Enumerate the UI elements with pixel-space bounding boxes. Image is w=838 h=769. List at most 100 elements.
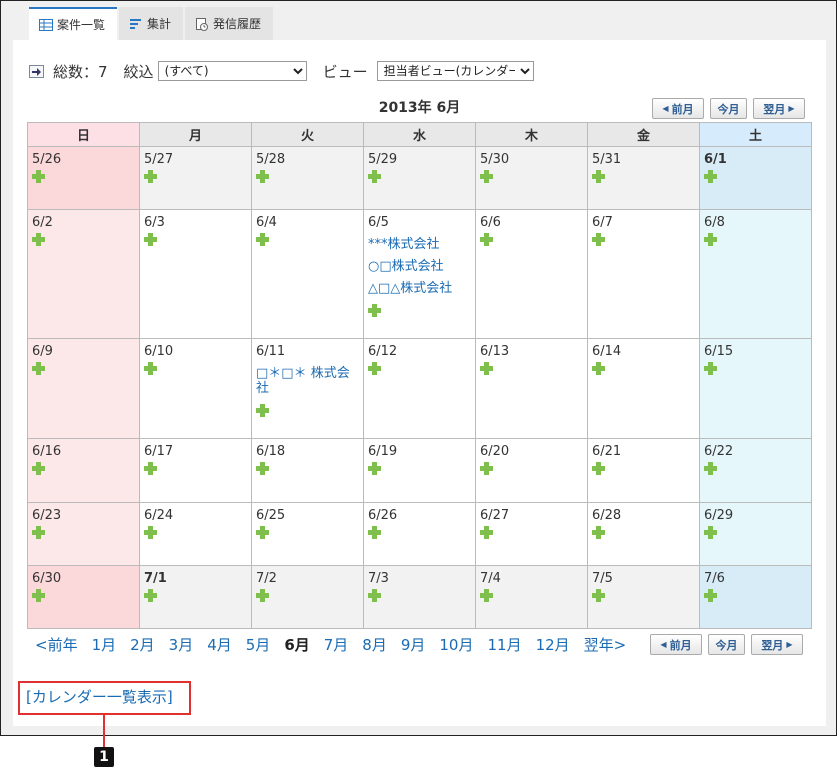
day-cell: 6/30 xyxy=(27,565,140,629)
day-cell: 6/10 xyxy=(139,338,252,439)
add-plus-icon[interactable] xyxy=(368,462,381,475)
day-number: 6/12 xyxy=(368,344,398,359)
day-cell: 6/21 xyxy=(587,438,700,503)
tab-send-history[interactable]: 発信履歴 xyxy=(185,7,274,40)
add-plus-icon[interactable] xyxy=(32,589,45,602)
day-cell: 6/7 xyxy=(587,209,700,339)
add-plus-icon[interactable] xyxy=(144,526,157,539)
tab-label: 集計 xyxy=(147,17,172,31)
calendar-list-link[interactable]: [カレンダー一覧表示] xyxy=(26,686,173,707)
event-link[interactable]: □＊□＊ 株式会社 xyxy=(256,366,359,396)
add-plus-icon[interactable] xyxy=(592,362,605,375)
add-plus-icon[interactable] xyxy=(256,404,269,417)
add-plus-icon[interactable] xyxy=(32,233,45,246)
filter-select[interactable]: (すべて) xyxy=(157,61,307,81)
day-number: 6/13 xyxy=(480,344,510,359)
this-month-button[interactable]: 今月 xyxy=(710,98,747,119)
day-cell: 5/26 xyxy=(27,146,140,210)
add-plus-icon[interactable] xyxy=(256,589,269,602)
prev-month-button[interactable]: ◀ 前月 xyxy=(652,98,704,119)
month-link[interactable]: 7月 xyxy=(324,634,349,655)
add-plus-icon[interactable] xyxy=(32,362,45,375)
add-plus-icon[interactable] xyxy=(144,170,157,183)
month-link[interactable]: 1月 xyxy=(92,634,117,655)
day-cell: 6/11 □＊□＊ 株式会社 xyxy=(251,338,364,439)
week-row: 6/2 6/3 6/4 6/5 ***株式会社 ○□株式会社 △□△株式会社 6… xyxy=(27,209,812,339)
toolbar: 総数：7 絞込 (すべて) ビュー 担当者ビュー(カレンダー) xyxy=(29,60,534,82)
add-plus-icon[interactable] xyxy=(592,526,605,539)
day-cell: 6/13 xyxy=(475,338,588,439)
add-plus-icon[interactable] xyxy=(368,526,381,539)
week-row: 6/30 7/1 7/2 7/3 7/4 7/5 7/6 xyxy=(27,565,812,629)
add-plus-icon[interactable] xyxy=(592,170,605,183)
export-icon[interactable] xyxy=(29,64,44,78)
add-plus-icon[interactable] xyxy=(144,462,157,475)
tab-case-list[interactable]: 案件一覧 xyxy=(29,7,118,40)
add-plus-icon[interactable] xyxy=(256,170,269,183)
add-plus-icon[interactable] xyxy=(368,170,381,183)
next-year-link[interactable]: 翌年> xyxy=(584,634,627,655)
add-plus-icon[interactable] xyxy=(480,526,493,539)
day-number: 6/7 xyxy=(592,215,613,230)
day-cell: 6/6 xyxy=(475,209,588,339)
add-plus-icon[interactable] xyxy=(368,589,381,602)
list-icon xyxy=(129,18,143,30)
weekday-tue: 火 xyxy=(251,122,364,147)
main-content: 総数：7 絞込 (すべて) ビュー 担当者ビュー(カレンダー) 2013年 6月… xyxy=(13,40,826,726)
add-plus-icon[interactable] xyxy=(592,589,605,602)
next-month-button[interactable]: 翌月 ▶ xyxy=(751,634,803,655)
add-plus-icon[interactable] xyxy=(256,526,269,539)
prev-year-link[interactable]: <前年 xyxy=(35,634,78,655)
day-cell: 6/3 xyxy=(139,209,252,339)
event-link[interactable]: ***株式会社 xyxy=(368,237,471,252)
day-number: 6/8 xyxy=(704,215,725,230)
month-link[interactable]: 4月 xyxy=(207,634,232,655)
month-link[interactable]: 12月 xyxy=(536,634,570,655)
add-plus-icon[interactable] xyxy=(256,233,269,246)
add-plus-icon[interactable] xyxy=(32,526,45,539)
day-cell: 5/27 xyxy=(139,146,252,210)
weekday-wed: 水 xyxy=(363,122,476,147)
add-plus-icon[interactable] xyxy=(144,233,157,246)
event-link[interactable]: ○□株式会社 xyxy=(368,259,471,274)
month-link[interactable]: 10月 xyxy=(439,634,473,655)
add-plus-icon[interactable] xyxy=(32,462,45,475)
add-plus-icon[interactable] xyxy=(32,170,45,183)
month-link[interactable]: 3月 xyxy=(169,634,194,655)
add-plus-icon[interactable] xyxy=(480,170,493,183)
add-plus-icon[interactable] xyxy=(592,233,605,246)
add-plus-icon[interactable] xyxy=(480,233,493,246)
prev-month-button[interactable]: ◀ 前月 xyxy=(650,634,702,655)
add-plus-icon[interactable] xyxy=(480,462,493,475)
day-number: 5/30 xyxy=(480,152,510,167)
week-row: 6/9 6/10 6/11 □＊□＊ 株式会社 6/12 6/13 6/14 6… xyxy=(27,338,812,439)
add-plus-icon[interactable] xyxy=(144,589,157,602)
add-plus-icon[interactable] xyxy=(256,462,269,475)
next-month-button[interactable]: 翌月 ▶ xyxy=(753,98,805,119)
tab-summary[interactable]: 集計 xyxy=(119,7,184,40)
add-plus-icon[interactable] xyxy=(704,233,717,246)
add-plus-icon[interactable] xyxy=(704,589,717,602)
month-link[interactable]: 5月 xyxy=(246,634,271,655)
month-link[interactable]: 11月 xyxy=(487,634,521,655)
add-plus-icon[interactable] xyxy=(592,462,605,475)
add-plus-icon[interactable] xyxy=(368,362,381,375)
this-month-button[interactable]: 今月 xyxy=(708,634,745,655)
month-link[interactable]: 2月 xyxy=(130,634,155,655)
add-plus-icon[interactable] xyxy=(144,362,157,375)
add-plus-icon[interactable] xyxy=(480,589,493,602)
day-number: 6/17 xyxy=(144,444,174,459)
event-link[interactable]: △□△株式会社 xyxy=(368,281,471,296)
month-link[interactable]: 9月 xyxy=(401,634,426,655)
add-plus-icon[interactable] xyxy=(704,526,717,539)
month-link[interactable]: 8月 xyxy=(362,634,387,655)
add-plus-icon[interactable] xyxy=(704,170,717,183)
day-cell: 6/15 xyxy=(699,338,812,439)
add-plus-icon[interactable] xyxy=(704,362,717,375)
day-number: 5/28 xyxy=(256,152,286,167)
add-plus-icon[interactable] xyxy=(368,304,381,317)
add-plus-icon[interactable] xyxy=(480,362,493,375)
add-plus-icon[interactable] xyxy=(704,462,717,475)
view-select[interactable]: 担当者ビュー(カレンダー) xyxy=(376,61,534,81)
day-cell: 6/5 ***株式会社 ○□株式会社 △□△株式会社 xyxy=(363,209,476,339)
